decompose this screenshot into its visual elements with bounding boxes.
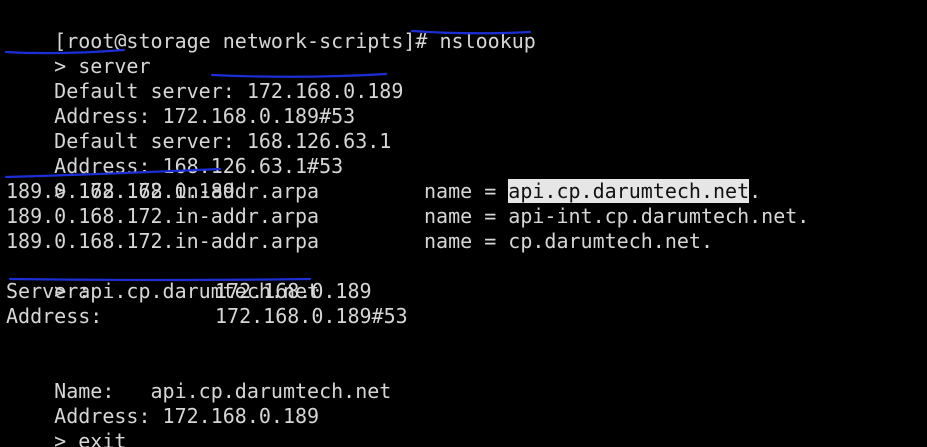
- address-label: Address:: [6, 304, 103, 328]
- terminal-text: > exit: [54, 429, 127, 447]
- ptr-record-value: name = api.cp.darumtech.net.: [424, 179, 761, 204]
- server-value: 172.168.0.189: [215, 279, 372, 303]
- ptr-record-value: name = cp.darumtech.net.: [424, 229, 713, 253]
- ptr-record-line: 189.0.168.172.in-addr.arpa name = api.cp…: [6, 179, 906, 204]
- terminal-window[interactable]: [root@storage network-scripts]# nslookup…: [0, 0, 927, 447]
- command-line: > api.cp.darumtech.net: [6, 254, 319, 303]
- output-line: Default server: 168.126.63.1: [6, 104, 391, 153]
- prompt-line: [root@storage network-scripts]# nslookup: [6, 4, 536, 53]
- ptr-record-line: 189.0.168.172.in-addr.arpa name = cp.dar…: [6, 229, 906, 254]
- output-line: Name: api.cp.darumtech.net: [6, 354, 391, 403]
- ptr-name-suffix: .: [749, 179, 762, 203]
- output-line: Address: 172.168.0.189#53: [6, 79, 355, 128]
- ptr-record-address: 189.0.168.172.in-addr.arpa: [6, 229, 320, 253]
- command-line: > 172.168.0.189: [6, 154, 235, 203]
- ptr-record-line: 189.0.168.172.in-addr.arpa name = api-in…: [6, 204, 906, 229]
- selected-text[interactable]: api.cp.darumtech.net: [508, 179, 750, 203]
- ptr-record-address: 189.0.168.172.in-addr.arpa: [6, 204, 320, 228]
- command-line: > exit: [6, 404, 126, 447]
- ptr-name-label: name =: [424, 179, 509, 203]
- address-value: 172.168.0.189#53: [215, 304, 408, 328]
- output-line: Default server: 172.168.0.189: [6, 54, 403, 103]
- output-line: Address: 172.168.0.189#53: [6, 304, 606, 329]
- ptr-record-address: 189.0.168.172.in-addr.arpa: [6, 179, 320, 203]
- output-line: Address: 168.126.63.1#53: [6, 129, 343, 178]
- server-label: Server:: [6, 279, 91, 303]
- ptr-record-value: name = api-int.cp.darumtech.net.: [424, 204, 810, 228]
- output-line: Server: 172.168.0.189: [6, 279, 606, 304]
- output-line: Address: 172.168.0.189: [6, 379, 319, 428]
- command-line: > server: [6, 29, 150, 78]
